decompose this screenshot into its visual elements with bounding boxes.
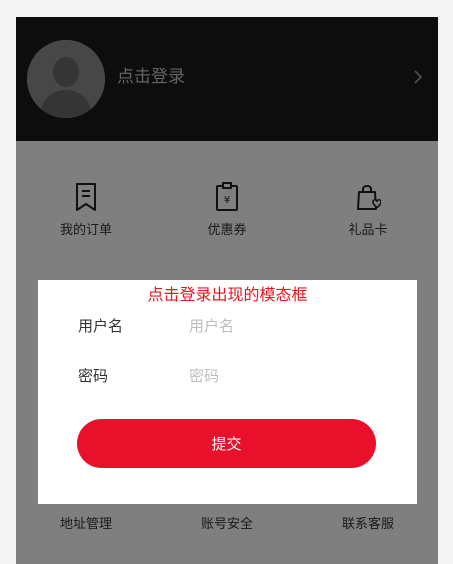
password-row: 密码 — [78, 364, 378, 388]
password-input[interactable] — [189, 364, 369, 388]
username-row: 用户名 — [78, 314, 378, 338]
username-input[interactable] — [189, 314, 369, 338]
username-label: 用户名 — [78, 317, 124, 335]
submit-button[interactable]: 提交 — [77, 419, 376, 468]
phone-screen: 点击登录 我的订单 ¥ 优惠券 — [16, 17, 438, 564]
modal-title: 点击登录出现的模态框 — [147, 285, 308, 304]
password-label: 密码 — [78, 367, 109, 385]
login-modal: 点击登录出现的模态框 用户名 密码 提交 — [38, 280, 417, 504]
